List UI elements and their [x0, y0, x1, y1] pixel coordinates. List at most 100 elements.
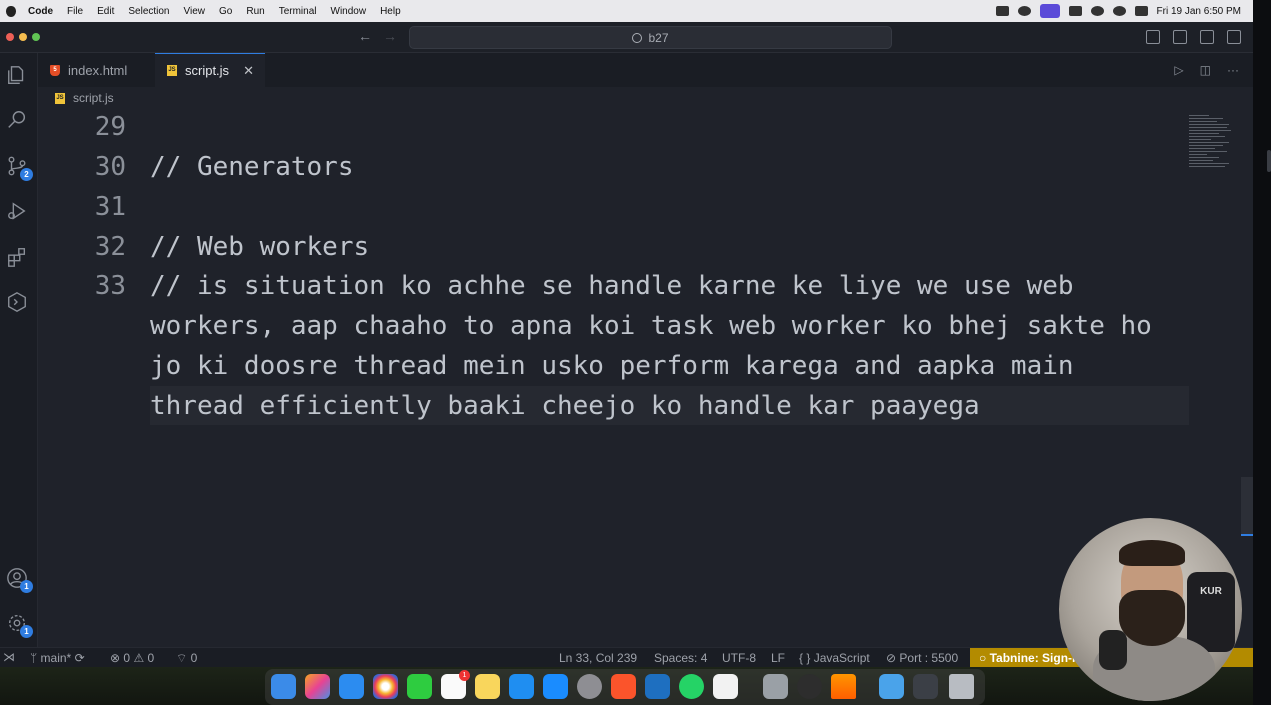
keynote-icon[interactable]: [509, 674, 534, 699]
apple-logo-icon[interactable]: [6, 5, 16, 17]
photos-icon[interactable]: [373, 674, 398, 699]
menu-code[interactable]: Code: [28, 6, 53, 17]
end-of-line[interactable]: LF: [771, 651, 785, 665]
run-debug-icon[interactable]: [6, 200, 30, 224]
live-server-port[interactable]: ⊘ Port : 5500: [886, 651, 958, 665]
explorer-icon[interactable]: [6, 64, 30, 88]
menu-run[interactable]: Run: [246, 6, 264, 17]
language-name: JavaScript: [813, 651, 870, 665]
extensions-icon[interactable]: [6, 246, 30, 270]
encoding[interactable]: UTF-8: [722, 651, 756, 665]
back-arrow-icon[interactable]: ←: [358, 28, 372, 44]
run-file-icon[interactable]: ▷: [1174, 63, 1183, 77]
vertical-scrollbar[interactable]: [1241, 477, 1253, 535]
layout-controls: [1146, 30, 1241, 44]
menu-terminal[interactable]: Terminal: [279, 6, 317, 17]
remote-indicator-icon[interactable]: ⋊: [0, 648, 18, 668]
notes-icon[interactable]: [475, 674, 500, 699]
toggle-panel-icon[interactable]: [1173, 30, 1187, 44]
line-number: 29: [94, 112, 126, 142]
minimap[interactable]: [1189, 115, 1234, 185]
obs-icon[interactable]: [797, 674, 822, 699]
menu-view[interactable]: View: [184, 6, 206, 17]
wifi-icon[interactable]: [1090, 6, 1104, 16]
forward-arrow-icon[interactable]: →: [383, 28, 397, 44]
line-number: 32: [94, 232, 126, 262]
line-number: 30: [94, 152, 126, 182]
font-book-icon[interactable]: [763, 674, 788, 699]
menu-help[interactable]: Help: [380, 6, 401, 17]
tab-script-js[interactable]: JS script.js ✕: [155, 53, 265, 87]
menu-file[interactable]: File: [67, 6, 83, 17]
battery-icon[interactable]: [1068, 6, 1082, 16]
app-store-icon[interactable]: [543, 674, 568, 699]
facetime-icon[interactable]: [407, 674, 432, 699]
split-editor-icon[interactable]: ◫: [1200, 63, 1211, 77]
window-edge-handle: [1267, 150, 1271, 172]
brave-browser-icon[interactable]: [611, 674, 636, 699]
code-line-wrapped-4: thread efficiently baaki cheejo ko handl…: [150, 391, 980, 421]
remote-explorer-icon[interactable]: [6, 291, 30, 315]
spotlight-icon[interactable]: [1112, 6, 1126, 16]
braces-icon: { }: [799, 651, 811, 665]
launchpad-icon[interactable]: [305, 674, 330, 699]
fullscreen-window-icon[interactable]: [32, 33, 40, 41]
customize-layout-icon[interactable]: [1227, 30, 1241, 44]
ports-count: 0: [190, 651, 198, 665]
downloads-folder-icon[interactable]: [879, 674, 904, 699]
accounts-icon[interactable]: 1: [6, 567, 33, 593]
more-actions-icon[interactable]: ···: [1227, 63, 1239, 77]
editor-tabs: 5 index.html JS script.js ✕ ▷ ◫ ···: [38, 53, 1253, 88]
vscode-icon[interactable]: [645, 674, 670, 699]
vlc-menu-icon[interactable]: [995, 6, 1009, 16]
search-view-icon[interactable]: [6, 109, 30, 133]
menu-bar-status-area: Fri 19 Jan 6:50 PM: [995, 4, 1253, 18]
macos-menu-bar: Code File Edit Selection View Go Run Ter…: [0, 0, 1253, 22]
cursor-position[interactable]: Ln 33, Col 239: [559, 651, 637, 665]
ports-indicator[interactable]: ⌔ 0: [176, 651, 197, 666]
sync-menu-icon[interactable]: [1017, 6, 1031, 16]
recent-window-icon[interactable]: [913, 674, 938, 699]
breadcrumb: JS script.js: [38, 87, 1253, 109]
command-center-search[interactable]: b27: [409, 26, 892, 49]
code-line-generators-comment: // Generators: [150, 152, 354, 182]
menu-selection[interactable]: Selection: [128, 6, 169, 17]
vlc-icon[interactable]: [831, 674, 856, 699]
menu-bar-clock[interactable]: Fri 19 Jan 6:50 PM: [1157, 6, 1241, 17]
source-control-icon[interactable]: 2: [6, 155, 33, 181]
minimize-window-icon[interactable]: [19, 33, 27, 41]
control-center-icon[interactable]: [1134, 6, 1148, 16]
error-icon: ⊗: [110, 651, 121, 665]
language-mode[interactable]: { } JavaScript: [799, 651, 870, 665]
breadcrumb-file[interactable]: script.js: [73, 91, 114, 105]
branch-indicator[interactable]: ᛘ main* ⟳: [30, 651, 85, 665]
code-line-web-workers-comment: // Web workers: [150, 232, 370, 262]
maps-icon[interactable]: [339, 674, 364, 699]
toggle-secondary-sidebar-icon[interactable]: [1200, 30, 1214, 44]
menu-window[interactable]: Window: [331, 6, 367, 17]
error-count: 0: [123, 651, 131, 665]
indentation[interactable]: Spaces: 4: [654, 651, 707, 665]
trash-icon[interactable]: [949, 674, 974, 699]
screen-share-menu-icon[interactable]: [1039, 4, 1060, 18]
problems-indicator[interactable]: ⊗ 0 ⚠ 0: [110, 651, 154, 665]
sync-icon[interactable]: ⟳: [75, 651, 85, 665]
tab-index-html[interactable]: 5 index.html: [38, 53, 153, 87]
js-file-icon: JS: [55, 92, 65, 104]
finder-icon[interactable]: [271, 674, 296, 699]
code-line-wrapped-1: // is situation ko achhe se handle karne…: [150, 271, 1074, 301]
html-file-icon: 5: [50, 64, 60, 76]
tabnine-icon: ○: [979, 651, 987, 665]
close-window-icon[interactable]: [6, 33, 14, 41]
menu-edit[interactable]: Edit: [97, 6, 114, 17]
reminders-icon[interactable]: 1: [441, 670, 470, 699]
github-desktop-icon[interactable]: [713, 674, 738, 699]
manage-gear-icon[interactable]: 1: [6, 612, 33, 638]
system-settings-icon[interactable]: [577, 674, 602, 699]
menu-go[interactable]: Go: [219, 6, 232, 17]
editor-actions: ▷ ◫ ···: [1174, 63, 1239, 77]
scrollbar-cursor-marker: [1241, 534, 1253, 536]
close-tab-icon[interactable]: ✕: [243, 63, 254, 79]
toggle-primary-sidebar-icon[interactable]: [1146, 30, 1160, 44]
whatsapp-icon[interactable]: [679, 674, 704, 699]
